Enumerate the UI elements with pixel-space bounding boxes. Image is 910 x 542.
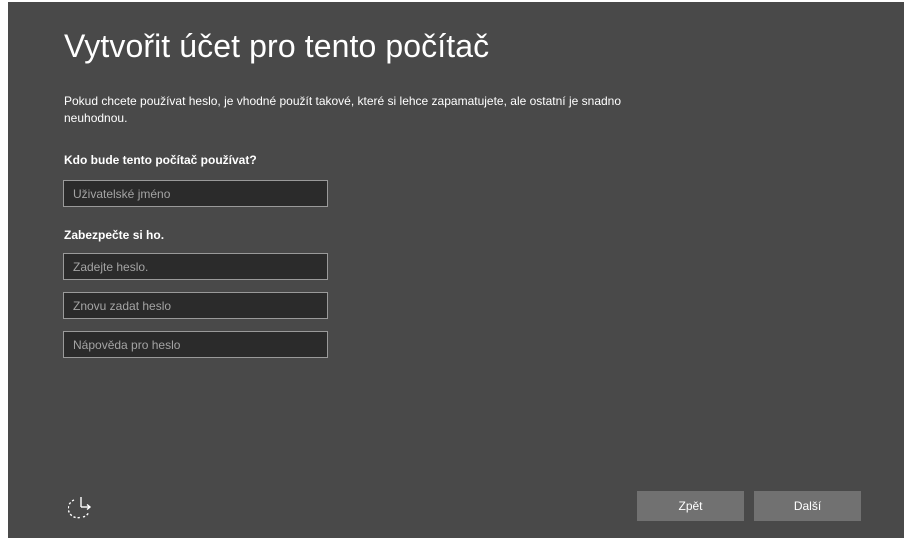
confirm-password-field[interactable] (63, 292, 328, 319)
back-button[interactable]: Zpět (637, 491, 744, 521)
page-description: Pokud chcete používat heslo, je vhodné p… (64, 94, 622, 125)
password-field[interactable] (63, 253, 328, 280)
security-section-label: Zabezpečte si ho. (64, 228, 165, 242)
page-title: Vytvořit účet pro tento počítač (64, 28, 490, 64)
password-hint-field[interactable] (63, 331, 328, 358)
user-section-label: Kdo bude tento počítač používat? (64, 153, 257, 167)
setup-window: Vytvořit účet pro tento počítač Pokud ch… (8, 2, 904, 538)
ease-of-access-icon[interactable] (67, 495, 94, 521)
next-button[interactable]: Další (754, 491, 861, 521)
ease-of-access-glyph (67, 497, 92, 519)
username-field[interactable] (63, 180, 328, 207)
